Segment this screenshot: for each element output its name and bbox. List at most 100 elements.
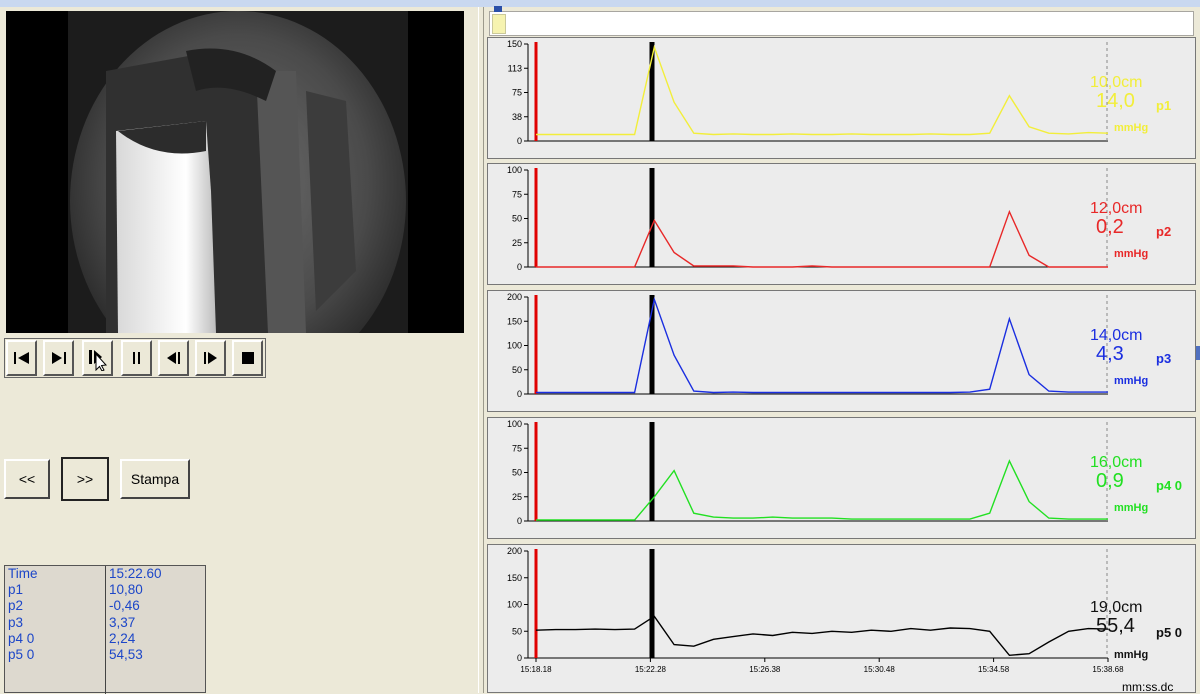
- chart-panel-p5: 200 150 100 50 0 15:18.18 15:22.28 15:26.38 15:3…: [487, 544, 1196, 693]
- y-tick-label: 25: [512, 238, 522, 248]
- y-tick-label: 150: [507, 316, 522, 326]
- channel-unit-label: mmHg: [1114, 122, 1149, 134]
- chart-panel-p1: 150 113 75 38 0 10,0cm 14,0 p1 mmHg: [487, 37, 1196, 159]
- channel-unit-label: mmHg: [1114, 248, 1149, 260]
- channel-value-label: 4,3: [1096, 343, 1124, 365]
- series-line-p50: [535, 615, 1109, 657]
- pressure-chart: 200 150 100 50 0: [507, 292, 1108, 399]
- previous-frame-icon: [166, 352, 180, 364]
- table-cell-label: p2: [8, 598, 24, 614]
- series-line-p1: [536, 44, 1109, 136]
- y-tick-label: 100: [507, 165, 522, 175]
- scroll-thumb[interactable]: [492, 14, 506, 34]
- y-tick-label: 50: [512, 365, 522, 375]
- pressure-chart: 100 75 50 25 0: [507, 419, 1108, 526]
- y-tick-label: 0: [517, 262, 522, 272]
- channel-value-label: 55,4: [1096, 615, 1135, 637]
- y-tick-label: 75: [512, 88, 522, 98]
- time-format-label: mm:ss.dc: [1122, 680, 1174, 694]
- forward-button[interactable]: >>: [61, 457, 109, 501]
- stop-icon: [241, 352, 254, 364]
- table-cell-label: Time: [8, 566, 38, 581]
- table-cell-label: p4 0: [8, 630, 35, 646]
- series-line-p3: [536, 296, 1108, 394]
- y-tick-label: 150: [507, 573, 522, 583]
- table-cell-value: 54,53: [109, 646, 143, 662]
- y-tick-label: 50: [512, 214, 522, 224]
- next-frame-button[interactable]: [195, 340, 226, 376]
- y-tick-label: 200: [507, 546, 522, 556]
- channel-name-label: p1: [1156, 98, 1172, 113]
- x-tick-label: 15:22.28: [635, 665, 667, 674]
- first-frame-icon: [13, 352, 29, 364]
- edge-handle: [1196, 346, 1200, 360]
- first-frame-button[interactable]: [6, 340, 37, 376]
- back-button[interactable]: <<: [4, 459, 50, 499]
- play-icon: [51, 352, 66, 364]
- channel-name-label: p2: [1156, 224, 1172, 239]
- y-tick-label: 0: [517, 136, 522, 146]
- table-cell-label: p3: [8, 614, 24, 630]
- y-tick-label: 0: [517, 516, 522, 526]
- x-tick-label: 15:26.38: [749, 665, 781, 674]
- y-tick-label: 100: [507, 419, 522, 429]
- chart-panel-p4: 100 75 50 25 0 16,0cm 0,9 p4 0 mmHg: [487, 417, 1196, 539]
- pause-button[interactable]: [121, 340, 152, 376]
- y-tick-label: 75: [512, 443, 522, 453]
- previous-frame-button[interactable]: [158, 340, 189, 376]
- step-button[interactable]: [82, 340, 113, 376]
- y-tick-label: 50: [512, 468, 522, 478]
- table-cell-value: 3,37: [109, 614, 136, 630]
- table-cell-label: p5 0: [8, 646, 35, 662]
- channel-name-label: p4 0: [1156, 478, 1183, 493]
- pressure-chart: 150 113 75 38 0: [507, 39, 1109, 146]
- y-tick-label: 100: [507, 600, 522, 610]
- pressure-chart: 200 150 100 50 0 15:18.18 15:22.28 15:26.38 15:3…: [507, 546, 1124, 674]
- stop-button[interactable]: [232, 340, 263, 376]
- y-tick-label: 0: [517, 389, 522, 399]
- scroll-marker: [494, 6, 502, 12]
- table-cell-label: p1: [8, 582, 24, 598]
- video-frame-image: [6, 11, 464, 333]
- step-icon: [88, 350, 107, 371]
- values-table-values: 15:22.60 10,80 -0,46 3,37 2,24 54,53: [106, 566, 205, 694]
- values-table-labels: Time p1 p2 p3 p4 0 p5 0: [5, 566, 106, 694]
- y-tick-label: 200: [507, 292, 522, 302]
- channel-value-label: 14,0: [1096, 90, 1135, 112]
- next-frame-icon: [203, 352, 217, 364]
- x-tick-label: 15:18.18: [520, 665, 552, 674]
- play-button[interactable]: [43, 340, 74, 376]
- values-table: Time p1 p2 p3 p4 0 p5 0 15:22.60 10,80 -…: [4, 565, 206, 694]
- series-line-p2: [536, 209, 1108, 268]
- pressure-chart: 100 75 50 25 0: [507, 165, 1108, 272]
- table-cell-value: 2,24: [109, 630, 136, 646]
- table-cell-value: -0,46: [109, 598, 140, 614]
- timeline-scrollbar[interactable]: [489, 6, 1194, 36]
- y-tick-label: 25: [512, 492, 522, 502]
- channel-name-label: p5 0: [1156, 625, 1183, 640]
- pause-icon: [132, 352, 140, 364]
- channel-value-label: 0,9: [1096, 470, 1124, 492]
- print-button[interactable]: Stampa: [120, 459, 190, 499]
- x-tick-label: 15:34.58: [978, 665, 1010, 674]
- channel-value-label: 0,2: [1096, 216, 1124, 238]
- chart-panel-p3: 200 150 100 50 0 14,0cm 4,3 p3 mmHg: [487, 290, 1196, 412]
- y-tick-label: 150: [507, 39, 522, 49]
- chart-panel-p2: 100 75 50 25 0 12,0cm 0,2 p2 mmHg: [487, 163, 1196, 285]
- x-tick-label: 15:30.48: [864, 665, 896, 674]
- y-tick-label: 50: [512, 626, 522, 636]
- fluoroscopy-video: [6, 11, 464, 333]
- channel-unit-label: mmHg: [1114, 502, 1149, 514]
- x-tick-label: 15:38.68: [1092, 665, 1124, 674]
- y-tick-label: 38: [512, 112, 522, 122]
- y-tick-label: 100: [507, 341, 522, 351]
- y-tick-label: 0: [517, 653, 522, 663]
- y-tick-label: 75: [512, 189, 522, 199]
- channel-unit-label: mmHg: [1114, 649, 1149, 661]
- y-tick-label: 113: [508, 63, 522, 73]
- table-cell-value: 15:22.60: [109, 566, 162, 581]
- series-line-p40: [536, 459, 1108, 521]
- channel-name-label: p3: [1156, 351, 1172, 366]
- table-cell-value: 10,80: [109, 582, 143, 598]
- channel-unit-label: mmHg: [1114, 375, 1149, 387]
